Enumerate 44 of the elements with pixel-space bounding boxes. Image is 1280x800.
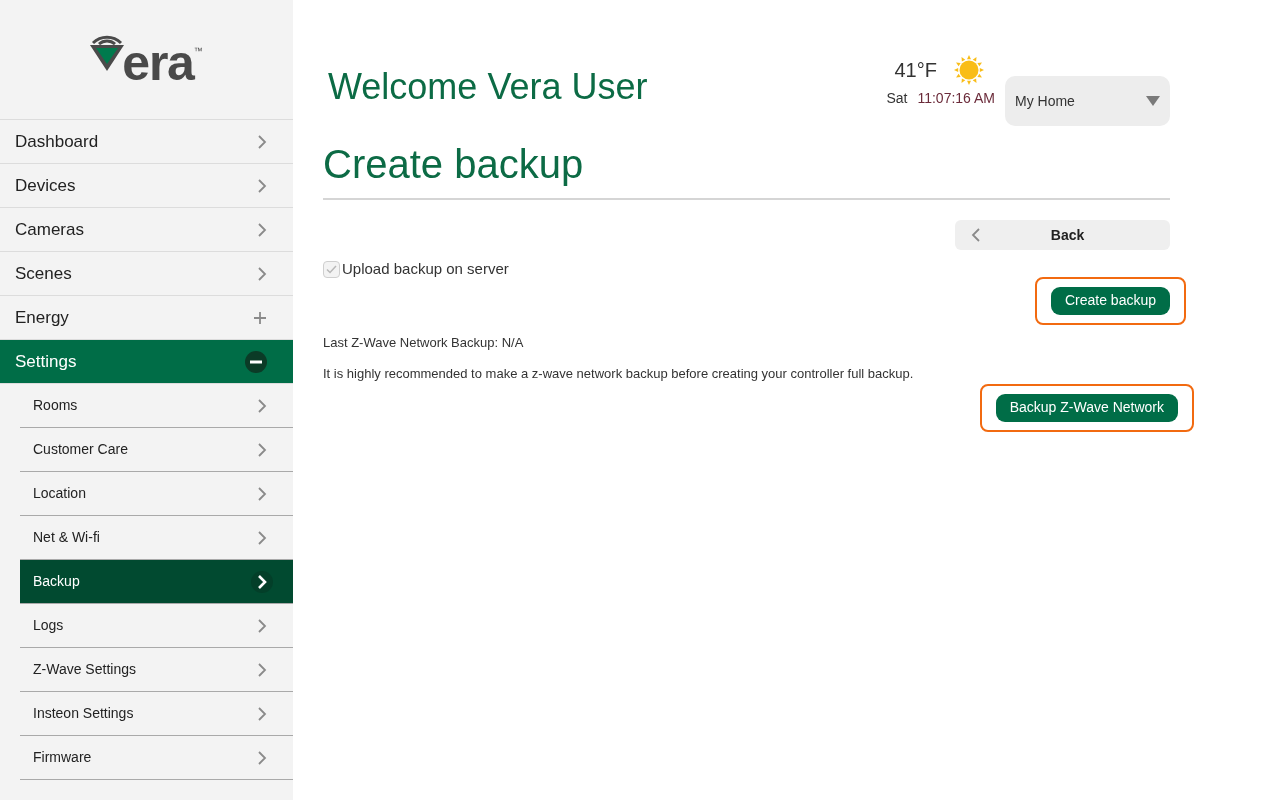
chevron-right-icon: [257, 178, 267, 193]
sidebar-item[interactable]: Dashboard: [0, 120, 293, 164]
sidebar-subitem[interactable]: Location: [20, 472, 293, 516]
chevron-right-icon: [257, 618, 267, 633]
sidebar-item[interactable]: Settings: [0, 340, 293, 384]
page-title: Create backup: [323, 141, 585, 188]
chevron-right-icon: [257, 266, 267, 281]
check-icon: [326, 264, 337, 274]
triangle-icon: [90, 45, 125, 71]
backup-zwave-button[interactable]: Backup Z-Wave Network: [995, 393, 1178, 422]
chevron-right-icon: [257, 750, 267, 765]
checkbox-label: Upload backup on server: [342, 259, 509, 279]
chevron-right-icon: [257, 222, 267, 237]
chevron-right-icon: [257, 530, 267, 545]
chevron-right-icon: [257, 442, 267, 457]
chevron-right-icon: [257, 706, 267, 721]
dropdown-caret-icon: [1146, 96, 1160, 106]
back-button[interactable]: Back: [955, 220, 1170, 250]
sidebar-item[interactable]: Scenes: [0, 252, 293, 296]
sidebar-subitem[interactable]: Backup: [20, 560, 293, 604]
last-backup-text: Last Z-Wave Network Backup: N/A: [323, 333, 525, 352]
weekday: Sat: [886, 89, 908, 108]
sidebar-subitem[interactable]: Customer Care: [20, 428, 293, 472]
logo-wordmark: era: [122, 38, 194, 88]
recommendation-text: It is highly recommended to make a z-wave network backup before creating your controller full backup.: [323, 365, 915, 383]
sidebar-subitem[interactable]: Logs: [20, 604, 293, 648]
chevron-left-icon: [971, 228, 981, 242]
chevron-right-icon: [257, 398, 267, 413]
create-backup-button[interactable]: Create backup: [1050, 286, 1170, 315]
sidebar-subitem[interactable]: Rooms: [20, 384, 293, 428]
temperature: 41°F: [894, 58, 937, 83]
home-select[interactable]: My Home: [1005, 76, 1170, 126]
welcome-heading: Welcome Vera User: [328, 65, 648, 109]
sidebar-subitem[interactable]: Insteon Settings: [20, 692, 293, 736]
trademark-mark: ™: [193, 45, 203, 56]
sidebar-item[interactable]: Cameras: [0, 208, 293, 252]
chevron-right-icon: [257, 662, 267, 677]
sidebar-item[interactable]: Devices: [0, 164, 293, 208]
chevron-right-icon: [257, 134, 267, 149]
sidebar-subitem[interactable]: Firmware: [20, 736, 293, 780]
sidebar-subitem[interactable]: Z-Wave Settings: [20, 648, 293, 692]
clock-time: 11:07:16 AM: [917, 89, 995, 108]
chevron-right-icon: [257, 486, 267, 501]
chevron-right-icon: [257, 574, 267, 589]
